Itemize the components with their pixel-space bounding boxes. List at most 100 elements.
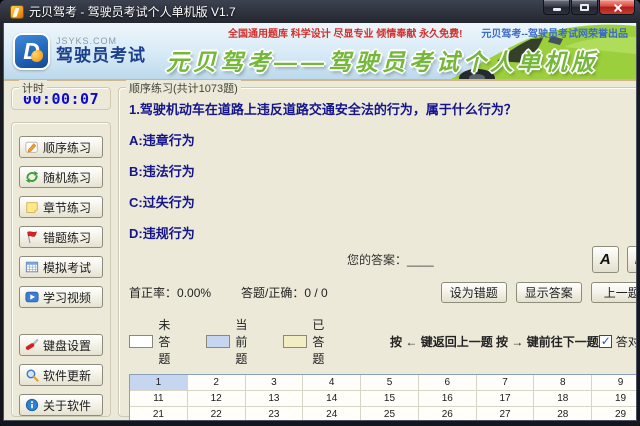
- grid-cell-22[interactable]: 22: [188, 407, 246, 421]
- action-buttons: 设为错题 显示答案 上一题 下一题: [441, 282, 637, 303]
- sidebar-item-mock-exam[interactable]: 模拟考试: [19, 256, 103, 278]
- sidebar-item-label: 模拟考试: [43, 259, 91, 276]
- exam-sheet-icon: [25, 260, 39, 274]
- answered-correct-stat: 答题/正确：0 / 0: [241, 284, 328, 301]
- option-b: B:违法行为: [129, 161, 637, 180]
- mark-wrong-button[interactable]: 设为错题: [441, 282, 507, 303]
- grid-cell-29[interactable]: 29: [592, 407, 637, 421]
- sidebar-item-sequential-practice[interactable]: 顺序练习: [19, 136, 103, 158]
- grid-cell-28[interactable]: 28: [534, 407, 592, 421]
- answer-buttons: A B C D: [592, 246, 637, 273]
- window-controls: [543, 0, 635, 23]
- grid-cell-18[interactable]: 18: [534, 391, 592, 407]
- grid-cell-14[interactable]: 14: [303, 391, 361, 407]
- shuffle-icon: [25, 170, 39, 184]
- banner-tagline: 全国通用题库 科学设计 尽显专业 倾情奉献 永久免费!: [228, 25, 462, 40]
- window-title: 元贝驾考 - 驾驶员考试个人单机版 V1.7: [29, 3, 543, 20]
- quiz-panel: 顺序练习(共计1073题) 1.驾驶机动车在道路上违反道路交通安全法的行为，属于…: [118, 87, 637, 417]
- keyboard-hint: 按 ← 键返回上一题 按 → 键前往下一题: [390, 333, 599, 350]
- magnifier-icon: [25, 368, 39, 382]
- option-a: A:违章行为: [129, 130, 637, 149]
- current-swatch: [206, 335, 230, 348]
- grid-cell-21[interactable]: 21: [130, 407, 188, 421]
- sidebar: 计时 00:00:07 顺序练习 随机练习 章节练习: [11, 87, 111, 417]
- sidebar-item-about-software[interactable]: 关于软件: [19, 394, 103, 416]
- grid-cell-27[interactable]: 27: [477, 407, 535, 421]
- auto-next-option[interactable]: 答对自动转到下一题: [599, 333, 637, 350]
- sidebar-item-label: 错题练习: [43, 229, 91, 246]
- grid-cell-1[interactable]: 1: [130, 375, 188, 391]
- grid-cell-11[interactable]: 11: [130, 391, 188, 407]
- logo-app-name: 驾驶员考试: [56, 46, 146, 66]
- grid-cell-25[interactable]: 25: [361, 407, 419, 421]
- grid-cell-2[interactable]: 2: [188, 375, 246, 391]
- sidebar-item-wrong-questions[interactable]: 错题练习: [19, 226, 103, 248]
- grid-cell-19[interactable]: 19: [592, 391, 637, 407]
- maximize-icon: [580, 4, 589, 11]
- option-d: D:违规行为: [129, 223, 637, 242]
- grid-cell-15[interactable]: 15: [361, 391, 419, 407]
- grid-cell-5[interactable]: 5: [361, 375, 419, 391]
- timer-label: 计时: [19, 80, 47, 96]
- titlebar[interactable]: 元贝驾考 - 驾驶员考试个人单机版 V1.7: [3, 0, 637, 23]
- auto-next-checkbox[interactable]: [599, 335, 612, 348]
- your-answer-blank: ____: [407, 253, 434, 267]
- nav-groupbox: 顺序练习 随机练习 章节练习 错题练习: [11, 122, 111, 417]
- your-answer-text: 您的答案：____: [347, 251, 434, 268]
- previous-question-button[interactable]: 上一题: [591, 282, 637, 303]
- close-button[interactable]: [599, 0, 635, 15]
- grid-cell-26[interactable]: 26: [419, 407, 477, 421]
- grid-cell-8[interactable]: 8: [534, 375, 592, 391]
- sidebar-item-chapter-practice[interactable]: 章节练习: [19, 196, 103, 218]
- sidebar-item-study-videos[interactable]: 学习视频: [19, 286, 103, 308]
- grid-cell-24[interactable]: 24: [303, 407, 361, 421]
- pencil-icon: [25, 140, 39, 154]
- question-text: 1.驾驶机动车在道路上违反道路交通安全法的行为，属于什么行为？: [129, 99, 637, 118]
- note-icon: [25, 200, 39, 214]
- app-icon: [10, 5, 24, 19]
- show-answer-button[interactable]: 显示答案: [516, 282, 582, 303]
- timer-groupbox: 计时 00:00:07: [11, 87, 111, 110]
- sidebar-item-label: 键盘设置: [43, 337, 91, 354]
- flag-icon: [25, 230, 39, 244]
- grid-cell-6[interactable]: 6: [419, 375, 477, 391]
- question-grid-container: 1234567891011121314151617181920212223242…: [129, 374, 637, 421]
- screwdriver-icon: [25, 338, 39, 352]
- unanswered-swatch: [129, 335, 153, 348]
- answered-stat-value: 0 / 0: [304, 286, 327, 300]
- banner-area: 全国通用题库 科学设计 尽显专业 倾情奉献 永久免费! 元贝驾考--驾驶员考试网…: [162, 23, 636, 79]
- sidebar-item-label: 章节练习: [43, 199, 91, 216]
- header-banner: D JSYKS.COM 驾驶员考试 全国通用题库: [4, 23, 636, 81]
- answer-button-a[interactable]: A: [592, 246, 619, 273]
- grid-cell-17[interactable]: 17: [477, 391, 535, 407]
- close-icon: [613, 3, 622, 12]
- question-grid: 1234567891011121314151617181920212223242…: [130, 375, 637, 421]
- minimize-button[interactable]: [543, 0, 570, 15]
- sidebar-item-keyboard-settings[interactable]: 键盘设置: [19, 334, 103, 356]
- legend-unanswered: 未答题: [129, 316, 182, 367]
- grid-cell-9[interactable]: 9: [592, 375, 637, 391]
- maximize-button[interactable]: [571, 0, 598, 15]
- grid-cell-7[interactable]: 7: [477, 375, 535, 391]
- grid-cell-13[interactable]: 13: [246, 391, 304, 407]
- grid-cell-23[interactable]: 23: [246, 407, 304, 421]
- minimize-icon: [553, 8, 561, 11]
- window-content: D JSYKS.COM 驾驶员考试 全国通用题库: [3, 23, 637, 421]
- answer-button-b[interactable]: B: [627, 246, 637, 273]
- first-correct-rate: 首正率：0.00%: [129, 284, 241, 301]
- sidebar-item-software-update[interactable]: 软件更新: [19, 364, 103, 386]
- legend-label: 未答题: [158, 316, 182, 367]
- video-play-icon: [25, 290, 39, 304]
- legend-label: 当前题: [235, 316, 259, 367]
- sidebar-item-random-practice[interactable]: 随机练习: [19, 166, 103, 188]
- grid-cell-4[interactable]: 4: [303, 375, 361, 391]
- first-correct-rate-value: 0.00%: [177, 286, 211, 300]
- auto-next-label: 答对自动转到下一题: [616, 333, 637, 350]
- logo-site-url: JSYKS.COM: [56, 36, 146, 46]
- grid-cell-3[interactable]: 3: [246, 375, 304, 391]
- banner-slogan: 元贝驾考——驾驶员考试个人单机版: [166, 43, 598, 77]
- banner-credit: 元贝驾考--驾驶员考试网荣誉出品: [481, 25, 628, 40]
- app-logo: D JSYKS.COM 驾驶员考试: [4, 23, 162, 79]
- grid-cell-12[interactable]: 12: [188, 391, 246, 407]
- grid-cell-16[interactable]: 16: [419, 391, 477, 407]
